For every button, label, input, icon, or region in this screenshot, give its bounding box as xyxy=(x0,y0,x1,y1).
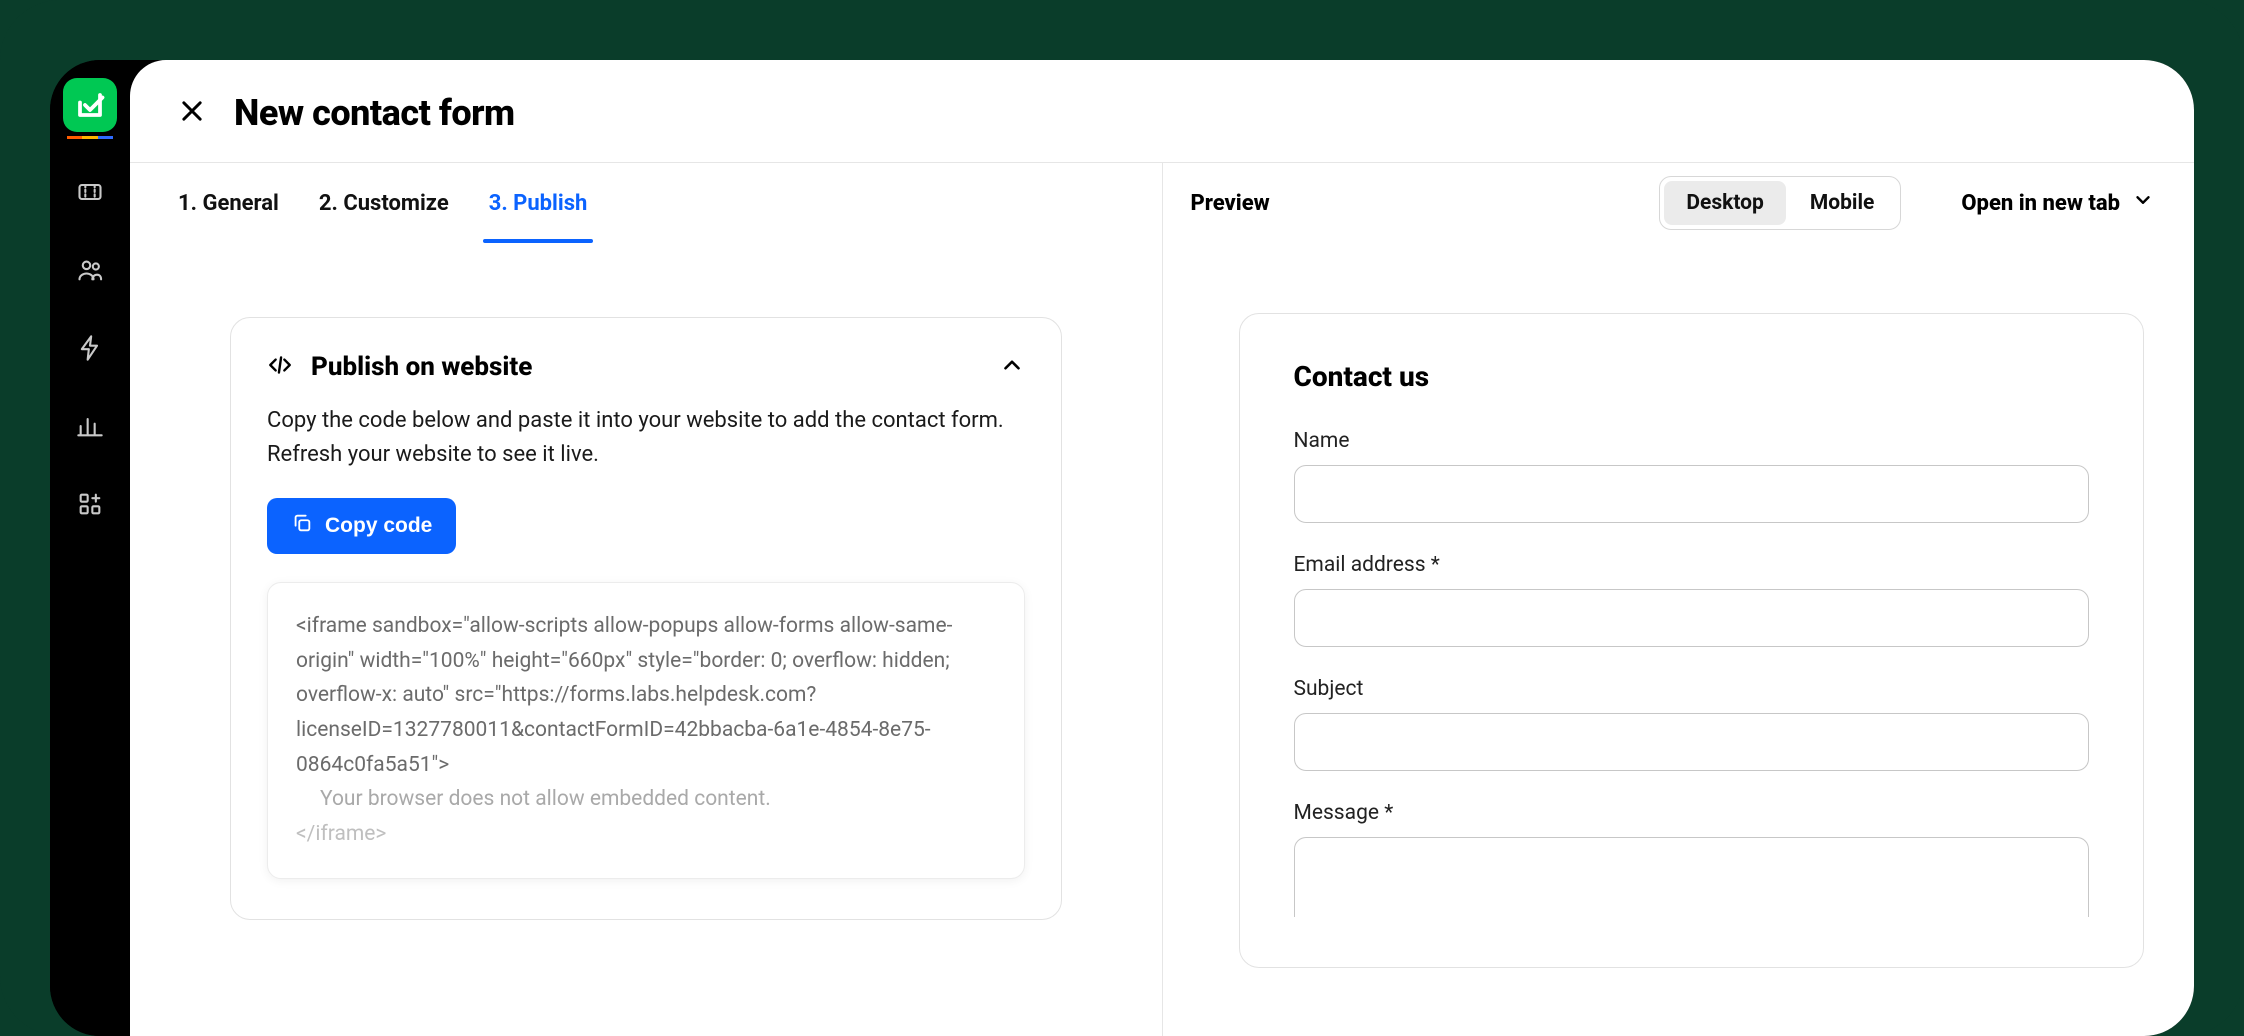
page-title: New contact form xyxy=(234,92,515,134)
toggle-desktop[interactable]: Desktop xyxy=(1664,181,1786,225)
open-in-new-tab-label: Open in new tab xyxy=(1961,191,2120,216)
open-in-new-tab[interactable]: Open in new tab xyxy=(1961,189,2154,217)
contact-form-preview: Contact us Name Email address * Subject xyxy=(1239,313,2145,968)
code-line: </iframe> xyxy=(296,817,996,852)
device-toggle: Desktop Mobile xyxy=(1659,176,1901,230)
apps-icon[interactable] xyxy=(72,486,108,522)
sidebar xyxy=(50,60,130,1036)
copy-code-button[interactable]: Copy code xyxy=(267,498,456,554)
right-pane: Preview Desktop Mobile Open in new tab xyxy=(1163,163,2195,1036)
code-line: <iframe sandbox="allow-scripts allow-pop… xyxy=(296,609,996,782)
main-panel: New contact form 1. General 2. Customize… xyxy=(130,60,2194,1036)
chevron-down-icon xyxy=(2132,189,2154,217)
subject-field[interactable] xyxy=(1294,713,2090,771)
name-field[interactable] xyxy=(1294,465,2090,523)
subject-label: Subject xyxy=(1294,677,2090,701)
publish-card: Publish on website Copy the code below a… xyxy=(230,317,1062,920)
publish-card-description: Copy the code below and paste it into yo… xyxy=(267,404,1025,472)
name-label: Name xyxy=(1294,429,2090,453)
page-header: New contact form xyxy=(130,60,2194,163)
message-field[interactable] xyxy=(1294,837,2090,917)
copy-code-label: Copy code xyxy=(325,514,432,538)
tab-general[interactable]: 1. General xyxy=(178,163,279,243)
wizard-tabs: 1. General 2. Customize 3. Publish xyxy=(130,163,1162,243)
people-icon[interactable] xyxy=(72,252,108,288)
bolt-icon[interactable] xyxy=(72,330,108,366)
preview-label: Preview xyxy=(1191,191,1270,216)
logo-accent xyxy=(67,136,113,142)
copy-icon xyxy=(291,512,313,540)
toggle-mobile[interactable]: Mobile xyxy=(1788,181,1897,225)
code-icon xyxy=(267,352,293,382)
tab-customize[interactable]: 2. Customize xyxy=(319,163,449,243)
close-button[interactable] xyxy=(178,97,206,129)
collapse-button[interactable] xyxy=(999,352,1025,382)
email-label: Email address * xyxy=(1294,553,2090,577)
tab-publish[interactable]: 3. Publish xyxy=(489,163,588,243)
preview-bar: Preview Desktop Mobile Open in new tab xyxy=(1163,163,2195,243)
embed-code-box[interactable]: <iframe sandbox="allow-scripts allow-pop… xyxy=(267,582,1025,878)
code-line: Your browser does not allow embedded con… xyxy=(296,782,996,817)
tickets-icon[interactable] xyxy=(72,174,108,210)
email-field[interactable] xyxy=(1294,589,2090,647)
publish-card-title: Publish on website xyxy=(311,352,981,382)
app-logo[interactable] xyxy=(63,78,117,132)
reports-icon[interactable] xyxy=(72,408,108,444)
message-label: Message * xyxy=(1294,801,2090,825)
left-pane: 1. General 2. Customize 3. Publish xyxy=(130,163,1163,1036)
form-title: Contact us xyxy=(1294,360,2090,393)
